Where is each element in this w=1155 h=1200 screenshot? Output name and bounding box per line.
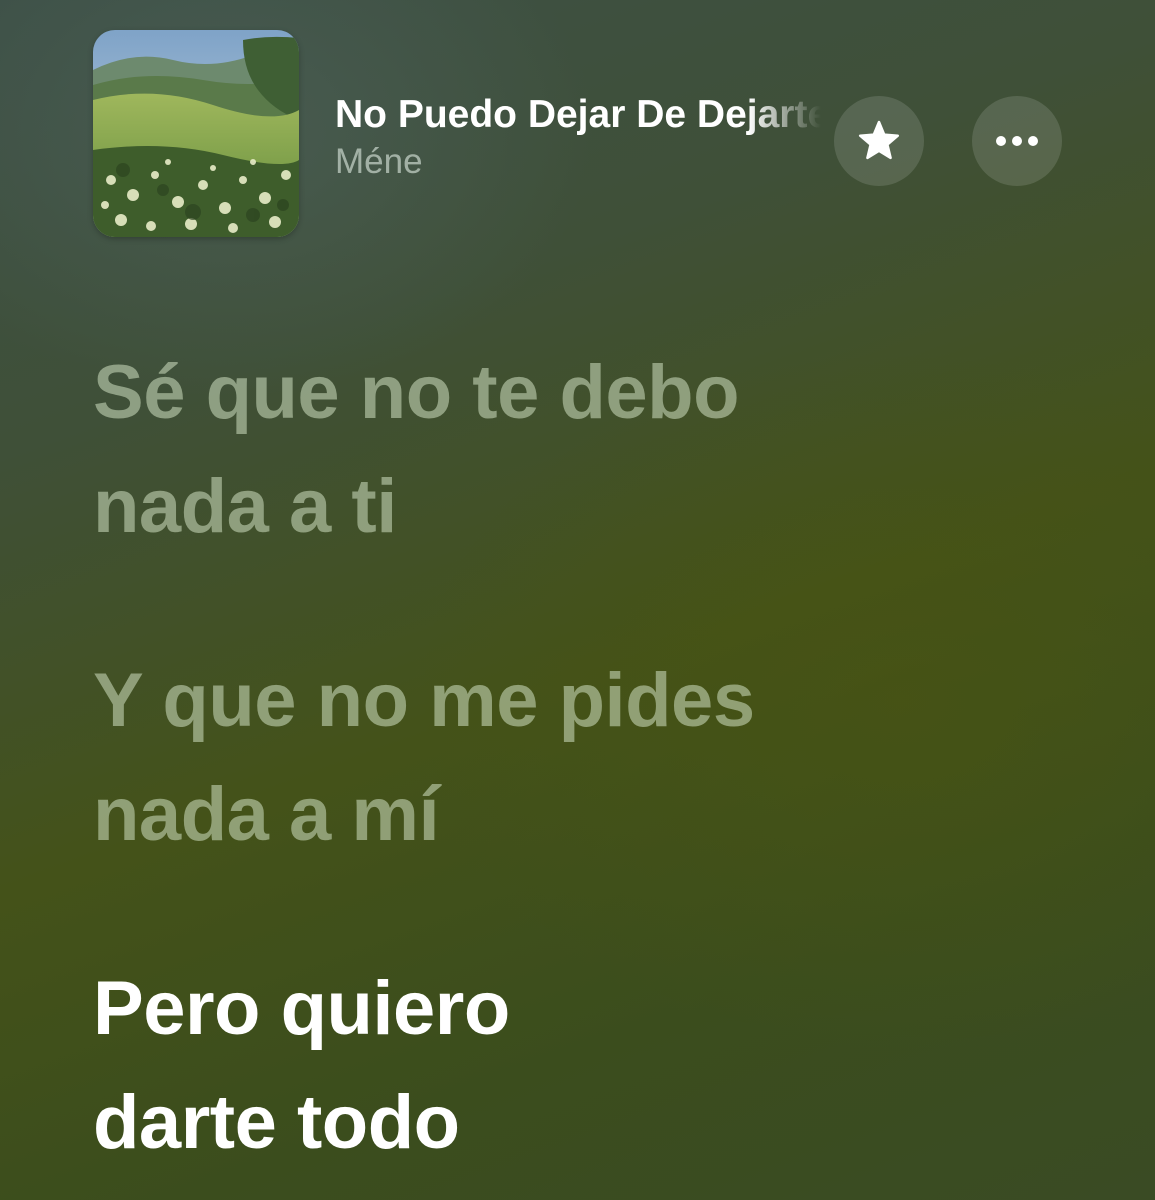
- star-icon: [858, 120, 900, 160]
- now-playing-header: No Puedo Dejar De Dejarte Méne: [0, 0, 1155, 260]
- lyric-line-current[interactable]: Pero quiero darte todo: [93, 952, 1113, 1180]
- lyric-line-past[interactable]: Sé que no te debo nada a ti: [93, 336, 1113, 564]
- track-info[interactable]: No Puedo Dejar De Dejarte Méne: [335, 92, 821, 184]
- landscape-painting-image: [93, 30, 299, 237]
- ellipsis-icon: [996, 136, 1038, 146]
- more-options-button[interactable]: [972, 96, 1062, 186]
- track-artist[interactable]: Méne: [335, 140, 821, 184]
- album-artwork[interactable]: [93, 30, 299, 237]
- lyrics-view[interactable]: Sé que no te debo nada a ti Y que no me …: [93, 336, 1113, 1180]
- lyric-line-past[interactable]: Y que no me pides nada a mí: [93, 644, 1113, 872]
- favorite-button[interactable]: [834, 96, 924, 186]
- track-title: No Puedo Dejar De Dejarte: [335, 93, 821, 136]
